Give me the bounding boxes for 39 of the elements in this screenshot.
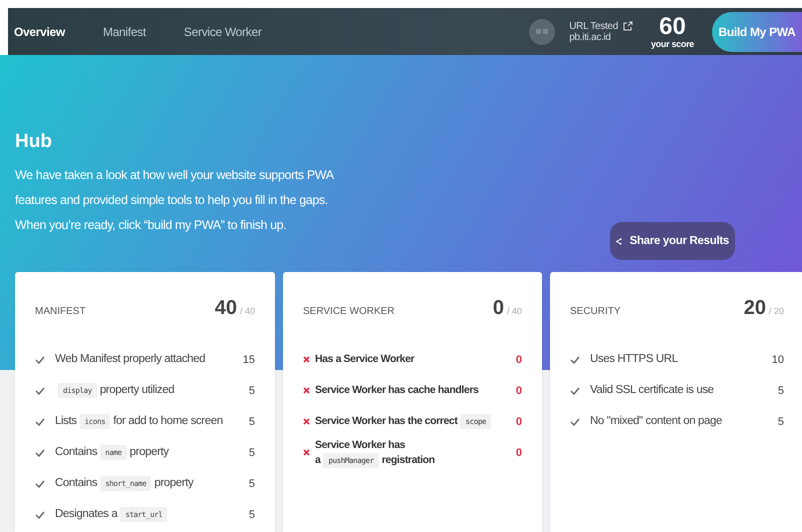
score-label: your score	[650, 38, 694, 48]
card-total: / 40	[506, 306, 522, 316]
nav-tab[interactable]: Service Worker	[184, 24, 262, 38]
nav-tab[interactable]: Overview	[14, 24, 65, 38]
card-title: MANIFEST	[35, 306, 87, 317]
points-value: 5	[248, 508, 255, 520]
check-label: Valid SSL certificate is use	[590, 383, 715, 398]
card-score: 40	[214, 297, 237, 320]
card-score: 0	[492, 297, 504, 320]
card-score: 20	[744, 297, 766, 320]
card-total: / 40	[240, 306, 255, 316]
points-value: 0	[514, 384, 522, 396]
score-value: 60	[659, 14, 686, 38]
build-button[interactable]: Build My PWA	[712, 12, 802, 52]
hub-description: We have taken a look at how well your website supports PWA features and provided simple tools to help you fill in the gaps. When you’re ready, click “build my PWA” to finish up.	[15, 167, 334, 234]
points-value: 5	[248, 416, 255, 428]
nav-tab[interactable]: Manifest	[102, 24, 146, 38]
points-value: 10	[770, 354, 784, 366]
points-value: 15	[242, 354, 255, 366]
points-value: 0	[514, 416, 522, 428]
points-value: 5	[776, 384, 784, 396]
hub-title: Hub	[15, 131, 53, 153]
check-label: Service Worker has cache handlers	[315, 383, 480, 398]
card-title: SERVICE WORKER	[303, 306, 396, 317]
share-button[interactable]: Share your Results	[610, 222, 735, 260]
card-total: / 20	[768, 306, 784, 316]
points-value: 5	[776, 416, 784, 428]
check-label: Uses HTTPS URL	[590, 352, 679, 367]
url-text: pb.iti.ac.id	[569, 32, 612, 42]
points-value: 0	[514, 446, 522, 458]
points-value: 0	[514, 354, 522, 366]
points-value: 5	[248, 384, 255, 396]
check-label: No "mixed" content on page	[590, 414, 724, 429]
check-label: Has a Service Worker	[315, 352, 416, 367]
card-title: SECURITY	[570, 306, 622, 317]
points-value: 5	[248, 478, 255, 490]
points-value: 5	[248, 446, 255, 458]
url-label: URL Tested	[569, 20, 618, 32]
check-label: Web Manifest properly attached	[55, 352, 206, 367]
